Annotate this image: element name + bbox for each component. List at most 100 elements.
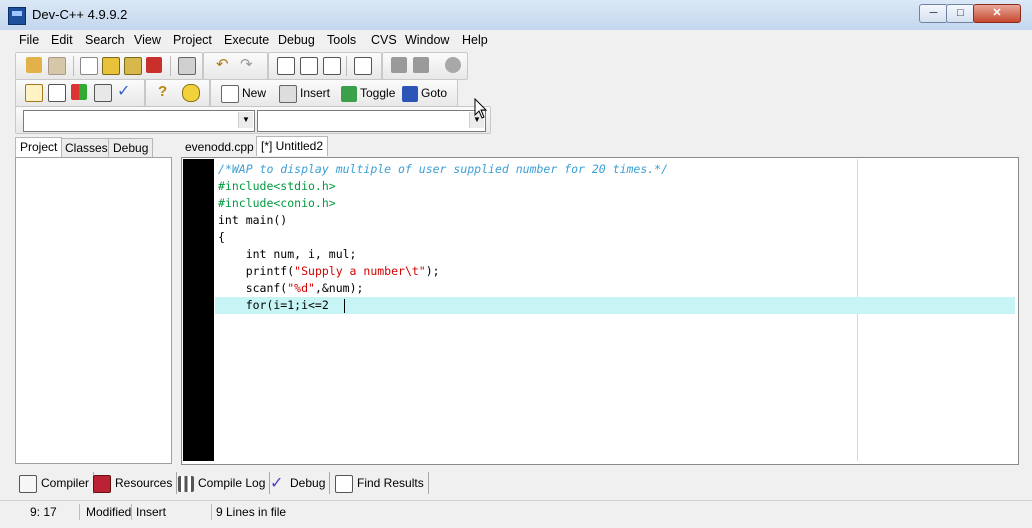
text-caret — [344, 299, 345, 313]
help-toolbar: ? — [145, 79, 210, 107]
code-token: scanf( — [218, 281, 288, 295]
toggle-bookmark-icon — [341, 85, 357, 102]
help-icon[interactable]: ? — [158, 84, 174, 100]
minimize-button[interactable]: ─ — [919, 4, 948, 23]
line-gutter — [183, 159, 214, 461]
resources-icon — [93, 474, 111, 493]
code-line-7: printf("Supply a number\t"); — [218, 263, 440, 280]
devcpp-app-icon[interactable] — [8, 7, 26, 25]
about-icon[interactable] — [182, 84, 200, 102]
compile-toolbar — [382, 52, 468, 80]
code-token: ,&num); — [314, 281, 364, 295]
new-button[interactable]: New — [221, 83, 266, 103]
tab-debug[interactable]: Debug — [108, 138, 154, 157]
chevron-down-icon[interactable]: ▼ — [238, 112, 253, 128]
bottom-tab-bar: Compiler Resources Compile Log ✓ Debug Fi… — [13, 470, 1017, 496]
tab-untitled2[interactable]: [*] Untitled2 — [256, 136, 329, 156]
tab-project[interactable]: Project — [15, 137, 63, 157]
goto-line-icon[interactable] — [354, 57, 372, 75]
modified-status: Modified — [86, 504, 132, 520]
replace-icon[interactable] — [323, 57, 341, 75]
find-icon[interactable] — [277, 57, 295, 75]
code-line-9: for(i=1;i<=2 — [218, 298, 329, 312]
class-combo[interactable]: ▼ — [23, 110, 255, 132]
menu-help[interactable]: Help — [462, 33, 488, 47]
window-icon[interactable] — [48, 84, 66, 102]
close-project-icon[interactable] — [48, 57, 66, 75]
menu-file[interactable]: File — [19, 33, 39, 47]
mouse-pointer-icon — [474, 98, 488, 119]
undo-icon[interactable]: ↶ — [216, 57, 232, 73]
code-line-8: scanf("%d",&num); — [218, 280, 364, 297]
string-literal: "Supply a number\t" — [294, 264, 426, 278]
grid-icon[interactable] — [94, 84, 112, 102]
code-line-1: /*WAP to display multiple of user suppli… — [218, 162, 669, 176]
member-combo[interactable]: ▼ — [257, 110, 486, 132]
tab-classes[interactable]: Classes — [60, 138, 113, 157]
menu-window[interactable]: Window — [405, 33, 449, 47]
save-icon[interactable] — [102, 57, 120, 75]
view-toolbar: ✓ — [15, 79, 145, 107]
menu-tools[interactable]: Tools — [327, 33, 356, 47]
search-toolbar — [268, 52, 382, 80]
close-file-icon[interactable] — [146, 57, 162, 73]
undo-toolbar: ↶ ↷ — [203, 52, 268, 80]
tab-compiler[interactable]: Compiler — [19, 472, 95, 494]
check-icon[interactable]: ✓ — [117, 84, 133, 100]
menu-project[interactable]: Project — [173, 33, 212, 47]
new-file-icon[interactable] — [80, 57, 98, 75]
menu-cvs[interactable]: CVS — [371, 33, 397, 47]
tab-resources[interactable]: Resources — [93, 472, 178, 494]
tab-find-results[interactable]: Find Results — [335, 472, 429, 494]
menu-edit[interactable]: Edit — [51, 33, 73, 47]
window-title: Dev-C++ 4.9.9.2 — [32, 7, 128, 22]
code-line-4: int main() — [218, 213, 288, 227]
menu-debug[interactable]: Debug — [278, 33, 315, 47]
menu-execute[interactable]: Execute — [224, 33, 269, 47]
print-icon[interactable] — [178, 57, 196, 75]
code-token: printf( — [218, 264, 295, 278]
compile-log-icon — [178, 475, 194, 492]
find-results-icon — [335, 474, 353, 493]
line-count-status: 9 Lines in file — [216, 505, 287, 519]
maximize-button[interactable]: □ — [946, 4, 975, 23]
tab-debug-output[interactable]: ✓ Debug — [270, 472, 331, 494]
debug-run-icon[interactable] — [445, 57, 461, 73]
title-bar: Dev-C++ 4.9.9.2 ─ □ ✕ — [0, 0, 1032, 31]
toggle-button[interactable]: Toggle — [341, 83, 395, 103]
bookmark-toolbar: New Insert Toggle Goto — [210, 79, 458, 107]
redo-icon[interactable]: ↷ — [240, 57, 256, 73]
close-button[interactable]: ✕ — [973, 4, 1021, 23]
open-project-icon[interactable] — [26, 57, 42, 73]
active-line-highlight — [215, 297, 1015, 314]
tab-compile-log[interactable]: Compile Log — [178, 472, 271, 494]
save-all-icon[interactable] — [124, 57, 142, 75]
menu-view[interactable]: View — [134, 33, 161, 47]
debug-check-icon: ✓ — [270, 474, 284, 492]
goto-button[interactable]: Goto — [402, 83, 447, 103]
class-browser-icon[interactable] — [71, 84, 87, 100]
code-line-3: #include<conio.h> — [218, 196, 336, 210]
project-tree-panel[interactable] — [15, 157, 172, 464]
code-token: ); — [425, 264, 440, 278]
menu-bar: File Edit Search View Project Execute De… — [0, 30, 1032, 51]
tab-evenodd-cpp[interactable]: evenodd.cpp — [181, 138, 258, 156]
insert-button[interactable]: Insert — [279, 83, 330, 103]
compiler-icon — [19, 474, 37, 493]
goto-bookmark-icon — [402, 85, 418, 102]
status-bar: 9: 17 Modified Insert 9 Lines in file — [0, 500, 1032, 523]
string-literal: "%d" — [287, 281, 315, 295]
run-icon[interactable] — [413, 57, 429, 73]
insert-mode-status: Insert — [136, 504, 212, 520]
compile-icon[interactable] — [391, 57, 407, 73]
code-line-5: { — [218, 230, 225, 244]
insert-icon — [279, 84, 297, 103]
new-doc-icon — [221, 84, 239, 103]
menu-search[interactable]: Search — [85, 33, 125, 47]
code-line-2: #include<stdio.h> — [218, 179, 336, 193]
cursor-position: 9: 17 — [8, 504, 80, 520]
main-toolbar — [15, 52, 203, 80]
find-next-icon[interactable] — [300, 57, 318, 75]
code-line-6: int num, i, mul; — [218, 247, 357, 261]
project-view-icon[interactable] — [25, 84, 43, 102]
